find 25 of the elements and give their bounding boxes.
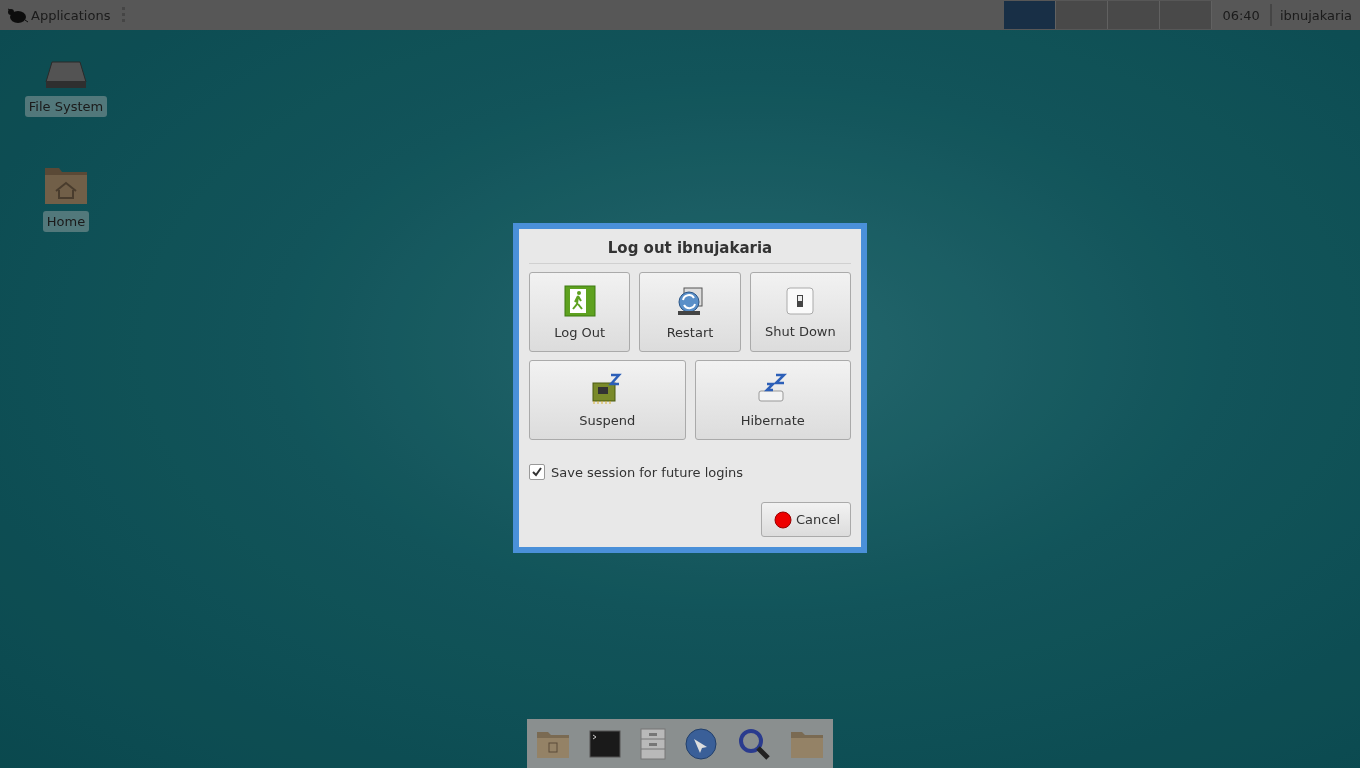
- action-button[interactable]: Log Out: [529, 272, 631, 352]
- drive-sleep-icon: [756, 372, 789, 405]
- workspace-switch[interactable]: [1160, 1, 1213, 29]
- action-button[interactable]: Hibernate: [694, 360, 851, 440]
- search-icon[interactable]: [736, 726, 771, 761]
- mouse-logo-icon: [6, 6, 28, 24]
- stop-icon: [773, 510, 792, 529]
- hard-drive-icon: [44, 60, 88, 90]
- checkbox-label: Save session for future logins: [551, 464, 744, 480]
- power-switch-icon: [785, 285, 816, 316]
- action-button[interactable]: Shut Down: [749, 272, 851, 352]
- workspace-switch[interactable]: [1108, 1, 1161, 29]
- workspace-switch[interactable]: [1056, 1, 1109, 29]
- action-button[interactable]: Restart: [639, 272, 741, 352]
- terminal-icon[interactable]: [589, 728, 621, 759]
- home-folder-icon: [44, 165, 88, 205]
- exit-door-icon: [563, 284, 596, 317]
- file-cabinet-icon[interactable]: [639, 727, 666, 760]
- action-button[interactable]: Suspend: [529, 360, 686, 440]
- cancel-button[interactable]: Cancel: [760, 502, 851, 537]
- memory-chip-sleep-icon: [591, 372, 624, 405]
- checkbox[interactable]: [529, 464, 545, 480]
- clock: 06:40: [1221, 7, 1261, 23]
- workspace-switch[interactable]: [1004, 1, 1057, 29]
- dialog-title: Log out ibnujakaria: [529, 235, 851, 264]
